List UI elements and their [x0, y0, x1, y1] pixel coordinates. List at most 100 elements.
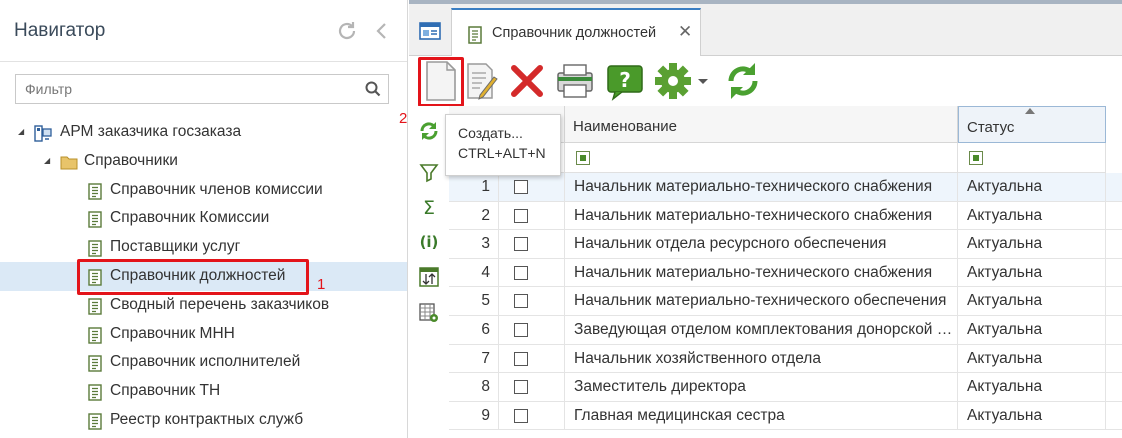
row-select-cell — [499, 401, 565, 431]
filter-cell-name — [565, 143, 958, 173]
table-row[interactable]: 9 Главная медицинская сестра Актуальна — [449, 401, 1122, 431]
tree-item[interactable]: Поставщики услуг — [0, 233, 407, 262]
refresh-grid-icon[interactable] — [418, 120, 440, 142]
info-icon[interactable]: (i) — [418, 230, 440, 252]
tree-item-label: Справочник Комиссии — [110, 209, 270, 227]
filter-cell-status — [958, 143, 1106, 173]
row-checkbox[interactable] — [514, 380, 528, 395]
row-select-cell — [499, 258, 565, 288]
row-checkbox[interactable] — [514, 294, 528, 309]
navigator-tree: ◢ АРМ заказчика госзаказа ◢ Справочники Спра… — [0, 118, 407, 435]
tree-item[interactable]: Справочник членов комиссии — [0, 176, 407, 205]
row-checkbox[interactable] — [514, 323, 528, 337]
refresh-icon[interactable] — [336, 20, 358, 42]
expand-toggle-icon[interactable]: ◢ — [18, 118, 28, 147]
cell-status: Актуальна — [958, 201, 1106, 231]
table-row[interactable]: 3 Начальник отдела ресурсного обеспечения… — [449, 230, 1122, 259]
filter-input[interactable] — [16, 75, 356, 103]
column-header-name[interactable]: Наименование — [565, 106, 958, 143]
row-number: 2 — [449, 201, 499, 231]
edit-button[interactable] — [465, 59, 501, 103]
name-filter-toggle[interactable] — [576, 151, 590, 165]
refresh-button[interactable] — [723, 59, 763, 103]
step2-marker: 2 — [399, 110, 408, 127]
row-select-cell — [499, 173, 565, 202]
table-row[interactable]: 4 Начальник материально-технического снаб… — [449, 258, 1122, 288]
row-select-cell — [499, 201, 565, 231]
expand-toggle-icon[interactable]: ◢ — [44, 147, 54, 176]
row-checkbox[interactable] — [514, 351, 528, 366]
row-number: 9 — [449, 401, 499, 431]
cell-name: Заведующая отделом комплектования донорс… — [565, 316, 958, 345]
status-filter-toggle[interactable] — [969, 151, 983, 165]
settings-button[interactable] — [653, 59, 711, 103]
sort-icon[interactable] — [418, 266, 440, 288]
tree-item[interactable]: Сводный перечень заказчиков — [0, 291, 407, 320]
row-checkbox[interactable] — [514, 180, 528, 194]
create-button[interactable] — [423, 59, 459, 103]
chevron-left-icon[interactable] — [372, 20, 392, 42]
svg-text:?: ? — [619, 68, 631, 92]
column-header-status[interactable]: Статус — [958, 106, 1106, 143]
table-row[interactable]: 7 Начальник хозяйственного отдела Актуальн… — [449, 344, 1122, 374]
table-row[interactable]: 8 Заместитель директора Актуальна — [449, 373, 1122, 402]
table-row[interactable]: 1 Начальник материально-технического снаб… — [449, 173, 1122, 202]
cell-name: Начальник отдела ресурсного обеспечения — [565, 230, 958, 259]
grid-side-tools: Σ (i) — [409, 106, 449, 438]
row-select-cell — [499, 316, 565, 345]
row-number: 5 — [449, 287, 499, 316]
print-button[interactable] — [555, 59, 595, 103]
tab-label: Справочник должностей — [492, 25, 657, 41]
document-list-icon — [86, 239, 104, 257]
cell-status: Актуальна — [958, 344, 1106, 374]
row-checkbox[interactable] — [514, 408, 528, 423]
help-button[interactable]: ? — [605, 59, 645, 103]
search-icon[interactable] — [365, 81, 381, 97]
toolbar: ? — [409, 56, 1122, 107]
home-tab-icon[interactable] — [419, 21, 441, 41]
workstation-icon — [34, 124, 52, 142]
tab-job-titles[interactable]: Справочник должностей ✕ — [451, 8, 701, 56]
tree-item-label: Сводный перечень заказчиков — [110, 295, 330, 313]
cell-status: Актуальна — [958, 401, 1106, 431]
close-tab-icon[interactable]: ✕ — [678, 22, 692, 42]
svg-text:(i): (i) — [420, 233, 439, 251]
row-checkbox[interactable] — [514, 208, 528, 223]
row-select-cell — [499, 287, 565, 316]
delete-button[interactable] — [509, 59, 545, 103]
tree-item[interactable]: Реестр контрактных служб — [0, 406, 407, 435]
row-checkbox[interactable] — [514, 265, 528, 280]
tree-item[interactable]: Справочник исполнителей — [0, 348, 407, 377]
tree-item[interactable]: ◢ Справочники — [0, 147, 407, 176]
document-list-icon — [86, 383, 104, 401]
tree-item[interactable]: Справочник должностей — [0, 261, 407, 291]
table-row[interactable]: 5 Начальник материально-технического обес… — [449, 287, 1122, 316]
document-list-icon — [466, 26, 484, 44]
tab-bar: Справочник должностей ✕ — [409, 4, 1122, 56]
svg-text:Σ: Σ — [423, 197, 435, 218]
filter-icon[interactable] — [418, 161, 440, 183]
tooltip-title: Создать... — [458, 125, 523, 141]
column-header-status-label: Статус — [967, 119, 1015, 136]
grid-settings-icon[interactable] — [418, 302, 440, 324]
tooltip-shortcut: CTRL+ALT+N — [458, 145, 546, 161]
tree-item[interactable]: ◢ АРМ заказчика госзаказа — [0, 118, 407, 147]
tree-item[interactable]: Справочник Комиссии — [0, 204, 407, 233]
column-header-name-label: Наименование — [573, 118, 677, 135]
row-number: 1 — [449, 173, 499, 202]
step1-marker: 1 — [317, 276, 326, 293]
cell-name: Начальник материально-технического снабж… — [565, 258, 958, 288]
table-row[interactable]: 2 Начальник материально-технического снаб… — [449, 201, 1122, 231]
row-checkbox[interactable] — [514, 237, 528, 252]
tree-item[interactable]: Справочник ТН — [0, 377, 407, 406]
tree-item[interactable]: Справочник МНН — [0, 320, 407, 349]
tree-item-label: Справочник МНН — [110, 324, 235, 342]
cell-name: Начальник материально-технического снабж… — [565, 173, 958, 202]
tree-item-label: Справочники — [84, 151, 178, 169]
cell-status: Актуальна — [958, 287, 1106, 316]
create-tooltip: Создать... CTRL+ALT+N — [445, 114, 561, 176]
navigator-title: Навигатор — [14, 20, 106, 41]
sum-icon[interactable]: Σ — [418, 196, 440, 219]
table-row[interactable]: 6 Заведующая отделом комплектования донор… — [449, 316, 1122, 345]
cell-name: Начальник материально-технического снабж… — [565, 201, 958, 231]
